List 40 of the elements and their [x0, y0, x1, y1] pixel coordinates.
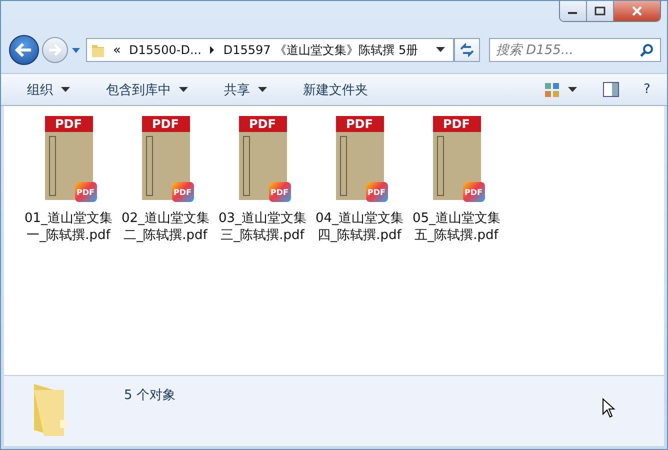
breadcrumb-arrow-icon[interactable]	[209, 46, 216, 54]
help-button[interactable]: ?	[637, 80, 657, 100]
file-name: 02_道山堂文集二_陈轼撰.pdf	[120, 210, 211, 244]
close-button[interactable]	[614, 1, 660, 21]
overflow-chevron[interactable]: «	[113, 42, 121, 58]
refresh-button[interactable]	[454, 38, 480, 62]
item-count: 5 个对象	[124, 387, 176, 404]
toolbar-button[interactable]: 共享	[216, 76, 275, 102]
file-item[interactable]: PDF PDF 04_道山堂文集四_陈轼撰.pdf	[311, 116, 408, 244]
file-item[interactable]: PDF PDF 01_道山堂文集一_陈轼撰.pdf	[20, 116, 117, 244]
back-button[interactable]	[9, 35, 39, 65]
maximize-icon	[594, 6, 606, 16]
toolbar-button[interactable]: 包含到库中	[98, 76, 196, 102]
forward-arrow-icon	[47, 43, 63, 57]
file-name: 01_道山堂文集一_陈轼撰.pdf	[23, 210, 114, 244]
back-arrow-icon	[14, 42, 34, 58]
refresh-icon	[459, 43, 475, 57]
dropdown-caret-icon[interactable]	[436, 47, 445, 53]
preview-pane-icon	[603, 82, 619, 97]
maximize-button[interactable]	[587, 1, 614, 21]
toolbar-button[interactable]: 组织	[19, 76, 78, 102]
mouse-cursor-icon	[602, 398, 616, 418]
toolbar-button[interactable]: 新建文件夹	[295, 76, 376, 102]
folder-icon	[91, 42, 105, 58]
view-grid-icon	[544, 82, 560, 98]
search-field[interactable]: 搜索 D155...	[489, 38, 661, 62]
breadcrumb[interactable]: D15597 《道山堂文集》陈轼撰 5册	[223, 42, 418, 58]
breadcrumb[interactable]: D15500-D...	[128, 43, 202, 57]
close-icon	[631, 6, 643, 16]
file-item[interactable]: PDF PDF 03_道山堂文集三_陈轼撰.pdf	[214, 116, 311, 244]
minimize-button[interactable]	[560, 1, 587, 21]
file-name: 04_道山堂文集四_陈轼撰.pdf	[314, 210, 405, 244]
history-dropdown-icon[interactable]	[71, 46, 81, 54]
file-name: 03_道山堂文集三_陈轼撰.pdf	[217, 210, 308, 244]
caret-icon	[568, 86, 577, 92]
file-name: 05_道山堂文集五_陈轼撰.pdf	[411, 210, 502, 244]
search-icon	[640, 43, 654, 57]
file-item[interactable]: PDF PDF 05_道山堂文集五_陈轼撰.pdf	[408, 116, 505, 244]
address-bar[interactable]: « D15500-D... D15597 《道山堂文集》陈轼撰 5册	[86, 38, 454, 62]
file-item[interactable]: PDF PDF 02_道山堂文集二_陈轼撰.pdf	[117, 116, 214, 244]
